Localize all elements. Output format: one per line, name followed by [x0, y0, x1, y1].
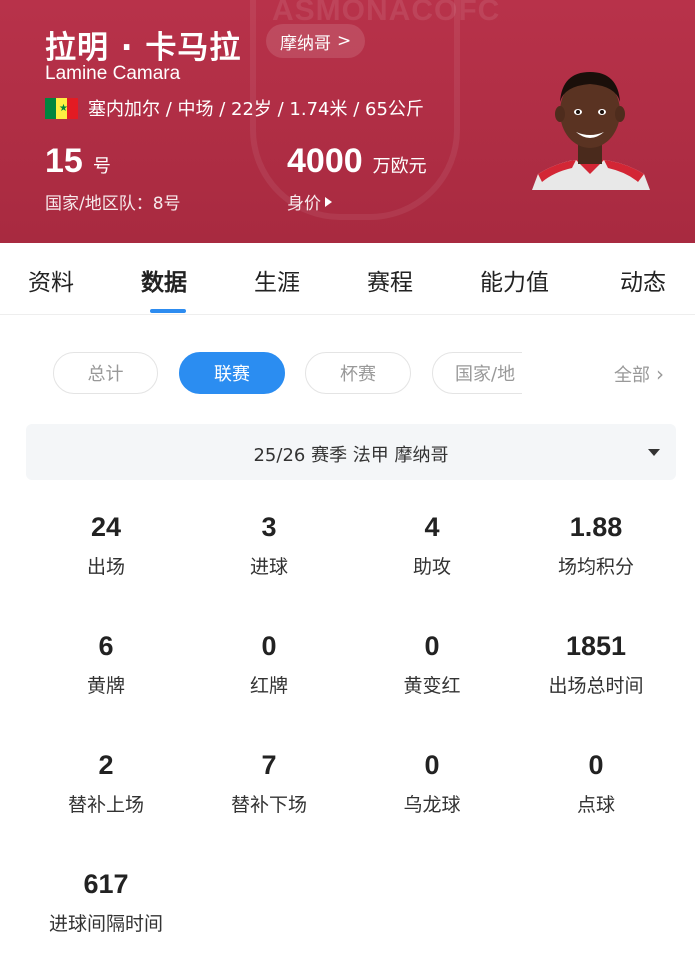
market-value-unit: 万欧元	[372, 156, 427, 177]
stat-label: 乌龙球	[403, 794, 461, 816]
stat-label: 进球间隔时间	[48, 913, 163, 935]
stat-label: 替补下场	[230, 794, 307, 816]
tab-schedule[interactable]: 赛程	[367, 263, 413, 297]
stat-label: 出场	[86, 556, 125, 578]
stat-yellow-cards: 6 黄牌	[21, 629, 191, 698]
player-photo	[528, 62, 652, 190]
stat-minutes-per-goal: 617 进球间隔时间	[21, 867, 191, 936]
caret-down-icon	[648, 449, 660, 456]
stat-points-per-game: 1.88 场均积分	[511, 510, 681, 579]
stat-value: 0	[424, 631, 440, 661]
filter-chip-league[interactable]: 联赛	[179, 352, 285, 394]
senegal-flag-icon: ★	[45, 97, 78, 119]
chevron-right-icon: ›	[656, 362, 664, 386]
stat-value: 7	[261, 750, 277, 780]
stat-label: 替补上场	[67, 794, 144, 816]
tab-ability[interactable]: 能力值	[480, 263, 549, 297]
stat-label: 场均积分	[557, 556, 634, 578]
player-info-row: ★ 塞内加尔 / 中场 / 22岁 / 1.74米 / 65公斤	[45, 95, 424, 121]
national-team-number: 国家/地区队：8号	[45, 194, 181, 214]
filter-chip-cup[interactable]: 杯赛	[305, 352, 411, 394]
stat-label: 出场总时间	[548, 675, 644, 697]
stat-sub-out: 7 替补下场	[184, 748, 354, 817]
filter-chip-total[interactable]: 总计	[53, 352, 158, 394]
stat-minutes-played: 1851 出场总时间	[511, 629, 681, 698]
stat-red-cards: 0 红牌	[184, 629, 354, 698]
market-value-link[interactable]: 身价	[287, 189, 332, 214]
stat-value: 617	[83, 869, 129, 899]
stat-label: 红牌	[249, 675, 288, 697]
market-value-number: 4000	[287, 142, 363, 180]
player-name-cn: 拉明 · 卡马拉	[45, 30, 242, 66]
season-selector-label: 25/26 赛季 法甲 摩纳哥	[253, 445, 449, 466]
club-link-label: 摩纳哥	[280, 33, 331, 54]
season-selector[interactable]: 25/26 赛季 法甲 摩纳哥	[26, 424, 676, 480]
shirt-number: 15 号	[45, 142, 111, 181]
stat-value: 3	[261, 512, 277, 542]
stat-penalties: 0 点球	[511, 748, 681, 817]
stat-label: 黄牌	[86, 675, 125, 697]
stat-goals: 3 进球	[184, 510, 354, 579]
active-tab-indicator	[150, 309, 186, 313]
stat-value: 2	[98, 750, 114, 780]
tab-news[interactable]: 动态	[620, 263, 666, 297]
club-link-button[interactable]: 摩纳哥 >	[266, 24, 366, 58]
stat-value: 0	[588, 750, 604, 780]
shirt-number-value: 15	[45, 142, 83, 180]
stat-value: 4	[424, 512, 440, 542]
filter-chip-national-wrapper: 国家/地	[432, 352, 522, 394]
stat-value: 1.88	[569, 512, 623, 542]
tab-profile[interactable]: 资料	[28, 263, 74, 297]
stat-value: 1851	[565, 631, 627, 661]
stat-appearances: 24 出场	[21, 510, 191, 579]
player-header: ASMONACOFC 拉明 · 卡马拉 摩纳哥 > Lamine Camara …	[0, 0, 695, 243]
stat-value: 6	[98, 631, 114, 661]
filter-all-label: 全部	[614, 365, 650, 386]
tab-bar: 资料 数据 生涯 赛程 能力值 动态	[0, 243, 695, 315]
stat-second-yellow: 0 黄变红	[347, 629, 517, 698]
filter-chip-national[interactable]: 国家/地	[432, 352, 522, 394]
market-value: 4000 万欧元	[287, 142, 427, 181]
stat-label: 点球	[576, 794, 615, 816]
chevron-right-icon: >	[337, 31, 352, 51]
stat-label: 黄变红	[403, 675, 461, 697]
stat-label: 助攻	[412, 556, 451, 578]
player-info-text: 塞内加尔 / 中场 / 22岁 / 1.74米 / 65公斤	[88, 99, 424, 120]
stat-value: 24	[90, 512, 122, 542]
player-name-en: Lamine Camara	[45, 63, 181, 84]
shirt-number-unit: 号	[92, 156, 111, 177]
stat-own-goals: 0 乌龙球	[347, 748, 517, 817]
tab-career[interactable]: 生涯	[254, 263, 300, 297]
stat-assists: 4 助攻	[347, 510, 517, 579]
filter-all-button[interactable]: 全部 ›	[614, 361, 664, 387]
stat-label: 进球	[249, 556, 288, 578]
market-value-label: 身价	[287, 194, 321, 214]
stat-value: 0	[261, 631, 277, 661]
tab-stats[interactable]: 数据	[141, 263, 187, 297]
triangle-right-icon	[325, 196, 332, 207]
stat-value: 0	[424, 750, 440, 780]
stat-sub-in: 2 替补上场	[21, 748, 191, 817]
